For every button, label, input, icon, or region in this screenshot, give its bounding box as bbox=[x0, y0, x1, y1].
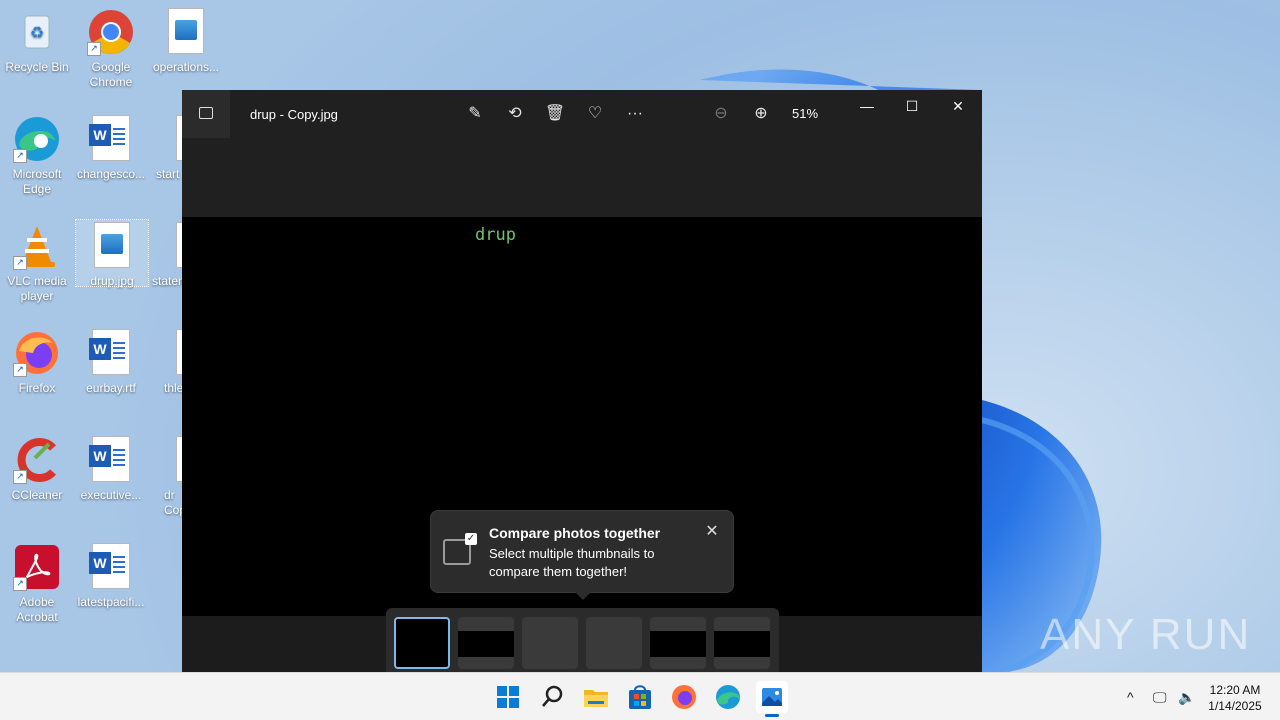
shortcut-arrow-icon: ↗ bbox=[13, 470, 27, 484]
icon-label: changesco... bbox=[76, 167, 146, 181]
word-document-icon: W bbox=[89, 436, 130, 482]
close-icon[interactable]: ✕ bbox=[701, 521, 723, 543]
thumbnail[interactable] bbox=[394, 617, 450, 669]
image-file-icon bbox=[168, 8, 204, 54]
desktop-icon-drup-copy[interactable]: dr Copy bbox=[150, 430, 182, 518]
chrome-icon: ↗ bbox=[87, 8, 135, 56]
icon-label: latestpacifi... bbox=[77, 595, 145, 609]
desktop-icon-thle[interactable]: thle bbox=[150, 323, 182, 396]
shortcut-arrow-icon: ↗ bbox=[87, 42, 101, 56]
close-button[interactable]: ✕ bbox=[938, 96, 978, 116]
shortcut-arrow-icon: ↗ bbox=[13, 577, 27, 591]
zoom-in-icon[interactable]: ⊕ bbox=[749, 102, 773, 126]
icon-label: VLC media player bbox=[7, 274, 67, 303]
icon-label: Adobe Acrobat bbox=[16, 595, 58, 624]
icon-label: start bbox=[156, 167, 180, 181]
icon-label: staten bbox=[152, 274, 182, 288]
clock[interactable]: 12:20 AM 1/14/2025 bbox=[1200, 682, 1270, 714]
icon-label: Microsoft Edge bbox=[12, 167, 62, 196]
shortcut-arrow-icon: ↗ bbox=[13, 256, 27, 270]
window-title: drup - Copy.jpg bbox=[250, 107, 338, 122]
start-button[interactable] bbox=[492, 681, 524, 713]
search-icon[interactable] bbox=[536, 681, 568, 713]
icon-label: Recycle Bin bbox=[5, 60, 69, 74]
rotate-icon[interactable]: ⟲ bbox=[503, 102, 527, 126]
icon-label: dr Copy bbox=[164, 488, 182, 517]
more-icon[interactable]: ··· bbox=[623, 102, 647, 126]
firefox-icon: ↗ bbox=[13, 329, 61, 377]
icon-label: Google Chrome bbox=[89, 60, 133, 89]
desktop-icon-start[interactable]: start bbox=[150, 109, 182, 182]
desktop-icon-microsoft-edge[interactable]: ↗ Microsoft Edge bbox=[1, 109, 73, 197]
edge-taskbar-icon[interactable] bbox=[712, 681, 744, 713]
thumbnail[interactable] bbox=[458, 617, 514, 669]
icon-label: thle bbox=[164, 381, 182, 395]
thumbnail[interactable] bbox=[522, 617, 578, 669]
delete-icon[interactable]: 🗑 bbox=[543, 102, 567, 126]
tip-title: Compare photos together bbox=[489, 525, 661, 541]
desktop-icon-latestpacifi[interactable]: W latestpacifi... bbox=[75, 537, 147, 610]
firefox-taskbar-icon[interactable] bbox=[668, 681, 700, 713]
icon-label: drup.jpg bbox=[90, 274, 134, 288]
photos-taskbar-icon[interactable] bbox=[756, 681, 788, 717]
zoom-level[interactable]: 51% bbox=[792, 106, 818, 121]
clock-date: 1/14/2025 bbox=[1208, 699, 1262, 713]
desktop-icon-adobe-acrobat[interactable]: ↗ Adobe Acrobat bbox=[1, 537, 73, 625]
favorite-icon[interactable]: ♡ bbox=[583, 102, 607, 126]
thumbnail[interactable] bbox=[650, 617, 706, 669]
maximize-button[interactable]: ☐ bbox=[892, 96, 932, 116]
ccleaner-icon: ↗ bbox=[13, 436, 61, 484]
vlc-icon: ↗ bbox=[13, 222, 61, 270]
desktop-icon-changesco[interactable]: W changesco... bbox=[75, 109, 147, 182]
word-document-icon: W bbox=[89, 115, 130, 161]
photos-app-icon[interactable] bbox=[182, 90, 230, 138]
volume-icon[interactable]: 🔈 bbox=[1178, 689, 1195, 706]
icon-label: CCleaner bbox=[11, 488, 63, 502]
edit-icon[interactable]: ✎ bbox=[463, 102, 487, 126]
desktop-icon-vlc[interactable]: ↗ VLC media player bbox=[1, 216, 73, 304]
image-file-icon bbox=[94, 222, 130, 268]
acrobat-icon: ↗ bbox=[13, 543, 61, 591]
clock-time: 12:20 AM bbox=[1209, 683, 1261, 697]
compare-photos-icon: ✓ bbox=[443, 533, 477, 565]
shortcut-arrow-icon: ↗ bbox=[13, 363, 27, 377]
shortcut-arrow-icon: ↗ bbox=[13, 149, 27, 163]
tip-body: Select multiple thumbnails to compare th… bbox=[489, 546, 655, 579]
desktop-icon-google-chrome[interactable]: ↗ Google Chrome bbox=[75, 2, 147, 90]
desktop-icon-ccleaner[interactable]: ↗ CCleaner bbox=[1, 430, 73, 503]
icon-label: operations... bbox=[152, 60, 220, 74]
icon-label: eurbay.rtf bbox=[86, 381, 136, 395]
desktop-icon-drup-jpg[interactable]: drup.jpg bbox=[75, 219, 149, 288]
photo-content-text: drup bbox=[475, 225, 516, 245]
desktop-icon-recycle-bin[interactable]: ♻ Recycle Bin bbox=[1, 2, 73, 75]
network-icon[interactable]: 🖵 bbox=[1153, 689, 1167, 706]
desktop-icon-operations[interactable]: operations... bbox=[150, 2, 222, 75]
thumbnail[interactable] bbox=[714, 617, 770, 669]
thumbnail[interactable] bbox=[586, 617, 642, 669]
minimize-button[interactable]: — bbox=[847, 96, 887, 116]
taskbar: ^ 🖵 🔈 12:20 AM 1/14/2025 bbox=[0, 672, 1280, 720]
desktop-icon-staten[interactable]: staten bbox=[150, 216, 182, 289]
icon-label: executive... bbox=[80, 488, 142, 502]
filmstrip bbox=[386, 608, 779, 672]
edge-icon: ↗ bbox=[13, 115, 61, 163]
desktop-icon-executive[interactable]: W executive... bbox=[75, 430, 147, 503]
chevron-up-icon[interactable]: ^ bbox=[1127, 689, 1134, 705]
microsoft-store-icon[interactable] bbox=[624, 681, 656, 713]
svg-text:♻: ♻ bbox=[30, 25, 44, 42]
recycle-bin-icon: ♻ bbox=[13, 8, 61, 56]
compare-teaching-tip: ✓ Compare photos together Select multipl… bbox=[430, 510, 734, 600]
file-explorer-icon[interactable] bbox=[580, 681, 612, 713]
icon-label: Firefox bbox=[18, 381, 56, 395]
word-document-icon: W bbox=[89, 329, 130, 375]
desktop-icon-eurbay[interactable]: W eurbay.rtf bbox=[75, 323, 147, 396]
anyrun-watermark: ANY RUN bbox=[1040, 610, 1252, 659]
word-document-icon: W bbox=[89, 543, 130, 589]
zoom-out-icon[interactable]: ⊖ bbox=[709, 102, 733, 126]
desktop-icon-firefox[interactable]: ↗ Firefox bbox=[1, 323, 73, 396]
photos-titlebar: drup - Copy.jpg ✎ ⟲ 🗑 ♡ ··· ⊖ ⊕ 51% — ☐ … bbox=[182, 90, 982, 217]
